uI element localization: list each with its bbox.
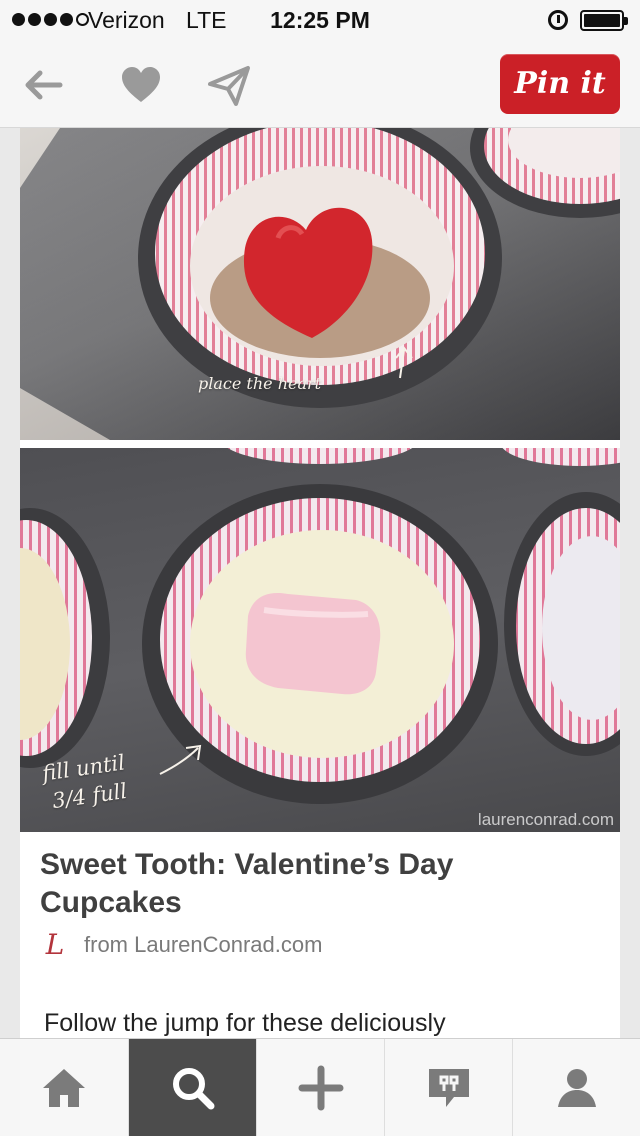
heart-icon: [122, 67, 160, 102]
status-bar: Verizon LTE 12:25 PM: [0, 0, 640, 40]
paper-plane-icon: [208, 66, 250, 106]
home-icon: [43, 1069, 85, 1107]
bottom-tab-bar: [0, 1038, 640, 1136]
tab-news[interactable]: [384, 1039, 512, 1136]
profile-icon: [558, 1069, 596, 1107]
source-logo-icon: L: [45, 928, 65, 961]
tab-search[interactable]: [128, 1039, 256, 1136]
battery-icon: [580, 10, 628, 31]
plus-icon: [298, 1065, 344, 1111]
back-arrow-icon: [25, 70, 63, 100]
tab-add[interactable]: [256, 1039, 384, 1136]
news-icon: [429, 1069, 469, 1107]
top-bar: Verizon LTE 12:25 PM Pin it: [0, 0, 640, 128]
cupcake-heart-image: [20, 128, 620, 440]
pin-source-link[interactable]: L from LaurenConrad.com: [40, 928, 323, 961]
tab-home[interactable]: [0, 1039, 128, 1136]
pin-description: Follow the jump for these deliciously: [44, 1009, 446, 1037]
image-caption-place-heart: place the heart: [198, 374, 322, 393]
search-icon: [173, 1068, 215, 1110]
pin-source-text: from LaurenConrad.com: [84, 932, 323, 957]
like-button[interactable]: [118, 62, 164, 108]
pin-title: Sweet Tooth: Valentine’s Day Cupcakes: [40, 848, 454, 919]
send-button[interactable]: [206, 62, 252, 108]
pin-image-top[interactable]: place the heart: [20, 128, 620, 440]
alarm-icon: [548, 10, 568, 30]
back-button[interactable]: [20, 62, 66, 108]
status-time: 12:25 PM: [270, 7, 370, 33]
pin-card: place the heart fill until 3/4 full laur…: [20, 128, 620, 998]
pin-it-button[interactable]: Pin it: [500, 54, 620, 114]
image-watermark: laurenconrad.com: [477, 810, 614, 829]
tab-profile[interactable]: [512, 1039, 640, 1136]
